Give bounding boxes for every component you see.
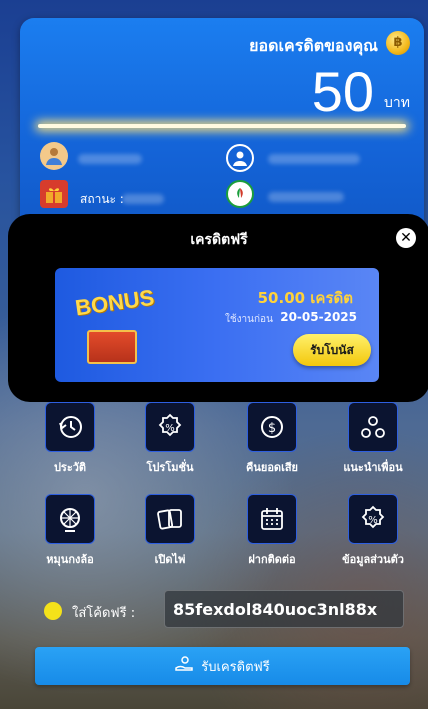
account-hidden	[268, 154, 360, 164]
menu-label: ประวัติ	[53, 461, 87, 474]
menu-label: แนะนำเพื่อน	[343, 461, 403, 474]
menu-deposit[interactable]: ฝากติดต่อ	[227, 494, 317, 568]
menu-label: ฝากติดต่อ	[248, 553, 296, 566]
menu-referral[interactable]: แนะนำเพื่อน	[328, 402, 418, 476]
coin-icon: ฿	[386, 31, 410, 55]
credit-title: ยอดเครดิตของคุณ	[249, 36, 378, 55]
menu-history[interactable]: ประวัติ	[25, 402, 115, 476]
history-icon	[45, 402, 95, 452]
promo-label: ใส่โค้ดฟรี :	[72, 606, 136, 621]
profile-icon: %	[348, 494, 398, 544]
bonus-badge: BONUS	[73, 284, 156, 321]
promotion-icon: %	[145, 402, 195, 452]
redeem-credit-button[interactable]: รับเครดิตฟรี	[35, 647, 410, 685]
username-hidden	[78, 154, 142, 164]
users-icon	[40, 142, 68, 170]
menu-label: ข้อมูลส่วนตัว	[342, 553, 404, 566]
status-label: สถานะ :	[80, 192, 124, 206]
promo-code-input[interactable]	[164, 590, 404, 628]
gift-icon	[40, 180, 68, 208]
balance-amount: 50	[311, 60, 374, 123]
wheel-icon	[45, 494, 95, 544]
svg-text:%: %	[368, 515, 378, 526]
menu-wheel[interactable]: หมุนกงล้อ	[25, 494, 115, 568]
svg-text:%: %	[165, 423, 175, 434]
status-hidden	[122, 194, 164, 204]
claim-bonus-button[interactable]: รับโบนัส	[293, 334, 371, 366]
bonus-card: BONUS 50.00 เครดิต ใช้งานก่อน 20-05-2025…	[55, 268, 379, 382]
menu-promotion[interactable]: % โปรโมชั่น	[125, 402, 215, 476]
glow-divider	[38, 124, 406, 128]
balance-unit: บาท	[384, 95, 410, 111]
referral-icon	[348, 402, 398, 452]
gift-box-icon	[87, 330, 137, 364]
menu-label: เปิดไพ่	[154, 553, 186, 566]
bank-account-hidden	[268, 192, 344, 202]
menu-label: โปรโมชั่น	[146, 461, 194, 474]
cards-icon	[145, 494, 195, 544]
balance-card: ยอดเครดิตของคุณ ฿ 50 บาท สถานะ :	[20, 18, 424, 233]
free-credit-modal: เครดิตฟรี ✕ BONUS 50.00 เครดิต ใช้งานก่อ…	[8, 214, 428, 402]
bank-logo-icon	[226, 180, 254, 208]
redeem-label: รับเครดิตฟรี	[201, 659, 270, 675]
menu-label: คืนยอดเสีย	[246, 461, 298, 474]
user-icon	[226, 144, 254, 172]
hand-coin-icon	[175, 656, 194, 676]
close-button[interactable]: ✕	[396, 228, 416, 248]
menu-cashback[interactable]: $ คืนยอดเสีย	[227, 402, 317, 476]
cashback-icon: $	[247, 402, 297, 452]
promo-code-row: ใส่โค้ดฟรี :	[44, 590, 404, 628]
expire-date: 20-05-2025	[280, 310, 357, 324]
modal-title: เครดิตฟรี	[190, 232, 248, 248]
svg-text:$: $	[268, 421, 276, 436]
bonus-amount: 50.00 เครดิต	[257, 289, 353, 307]
expire-label: ใช้งานก่อน	[225, 314, 273, 325]
menu-profile[interactable]: % ข้อมูลส่วนตัว	[328, 494, 418, 568]
menu-cards[interactable]: เปิดไพ่	[125, 494, 215, 568]
calendar-icon	[247, 494, 297, 544]
coin-dot-icon	[44, 602, 62, 620]
menu-label: หมุนกงล้อ	[46, 553, 94, 566]
